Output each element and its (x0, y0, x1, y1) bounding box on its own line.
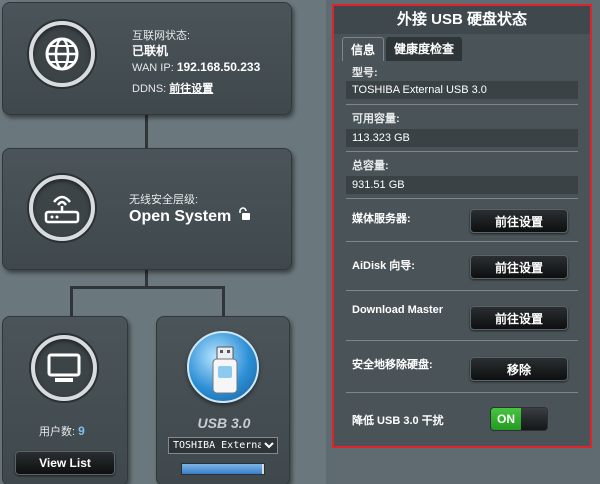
divider (346, 151, 578, 152)
model-value: TOSHIBA External USB 3.0 (346, 81, 578, 99)
internet-status-card[interactable]: 互联网状态: 已联机 WAN IP: 192.168.50.233 DDNS: … (2, 2, 292, 115)
tab-info[interactable]: 信息 (342, 37, 385, 61)
usb-drive-icon (187, 331, 259, 403)
total-capacity-value: 931.51 GB (346, 176, 578, 194)
media-server-label: 媒体服务器: (352, 213, 411, 225)
connector-to-clients (70, 286, 73, 318)
divider (346, 198, 578, 199)
ddns-label: DDNS: (132, 83, 167, 95)
wireless-security-value: Open System (129, 207, 232, 225)
tab-health-check[interactable]: 健康度检查 (386, 37, 463, 61)
usb-capacity-progress-fill (182, 464, 263, 474)
wireless-security-label: 无线安全层级: (129, 194, 199, 206)
divider (346, 241, 578, 242)
connector-internet-router (145, 115, 148, 149)
download-master-setup-button[interactable]: 前往设置 (470, 306, 568, 330)
divider (346, 392, 578, 393)
router-icon (29, 175, 95, 241)
wireless-security-card[interactable]: 无线安全层级: Open System (2, 148, 292, 270)
available-capacity-label: 可用容量: (352, 113, 400, 125)
client-count-row: 用户数: 9 (39, 423, 85, 439)
safe-remove-button[interactable]: 移除 (470, 357, 568, 381)
client-count-value: 9 (78, 424, 85, 438)
model-label: 型号: (352, 67, 378, 79)
client-count-label: 用户数: (39, 426, 76, 438)
wan-ip-value: 192.168.50.233 (176, 60, 261, 74)
divider (346, 340, 578, 341)
clients-card[interactable]: 用户数: 9 View List (2, 316, 128, 484)
view-list-button[interactable]: View List (15, 451, 115, 475)
download-master-label: Download Master (352, 304, 444, 316)
aidisk-label: AiDisk 向导: (352, 260, 415, 272)
internet-status-label: 互联网状态: (132, 30, 191, 42)
toggle-knob (521, 408, 547, 430)
reduce-usb3-interference-label: 降低 USB 3.0 干扰 (352, 415, 444, 427)
toggle-on-label: ON (491, 408, 521, 430)
total-capacity-label: 总容量: (352, 160, 389, 172)
reduce-usb3-interference-toggle[interactable]: ON (490, 407, 548, 431)
connector-to-usb (222, 286, 225, 318)
globe-icon (29, 21, 95, 87)
safe-remove-label: 安全地移除硬盘: (352, 359, 433, 371)
aidisk-setup-button[interactable]: 前往设置 (470, 255, 568, 279)
divider (346, 290, 578, 291)
usb-version-label: USB 3.0 (197, 415, 251, 431)
media-server-setup-button[interactable]: 前往设置 (470, 209, 568, 233)
usb-device-select[interactable]: TOSHIBA External USB 3.0 (168, 437, 278, 454)
divider (346, 104, 578, 105)
wireless-security-row: Open System (129, 207, 251, 226)
panel-tabs: 信息 健康度检查 (342, 37, 464, 61)
panel-title: 外接 USB 硬盘状态 (334, 6, 590, 34)
connector-horizontal (70, 286, 224, 289)
usb-capacity-progress (181, 463, 265, 475)
ddns-row: DDNS: 前往设置 (132, 80, 213, 96)
wan-ip-row: WAN IP: 192.168.50.233 (132, 60, 260, 74)
ddns-setup-link[interactable]: 前往设置 (169, 83, 213, 95)
unlocked-padlock-icon (237, 207, 251, 226)
usb-card[interactable]: USB 3.0 (156, 316, 290, 484)
internet-status-value: 已联机 (132, 44, 169, 58)
wan-ip-label: WAN IP: (132, 62, 174, 74)
available-capacity-value: 113.323 GB (346, 129, 578, 147)
monitor-icon (31, 335, 97, 401)
